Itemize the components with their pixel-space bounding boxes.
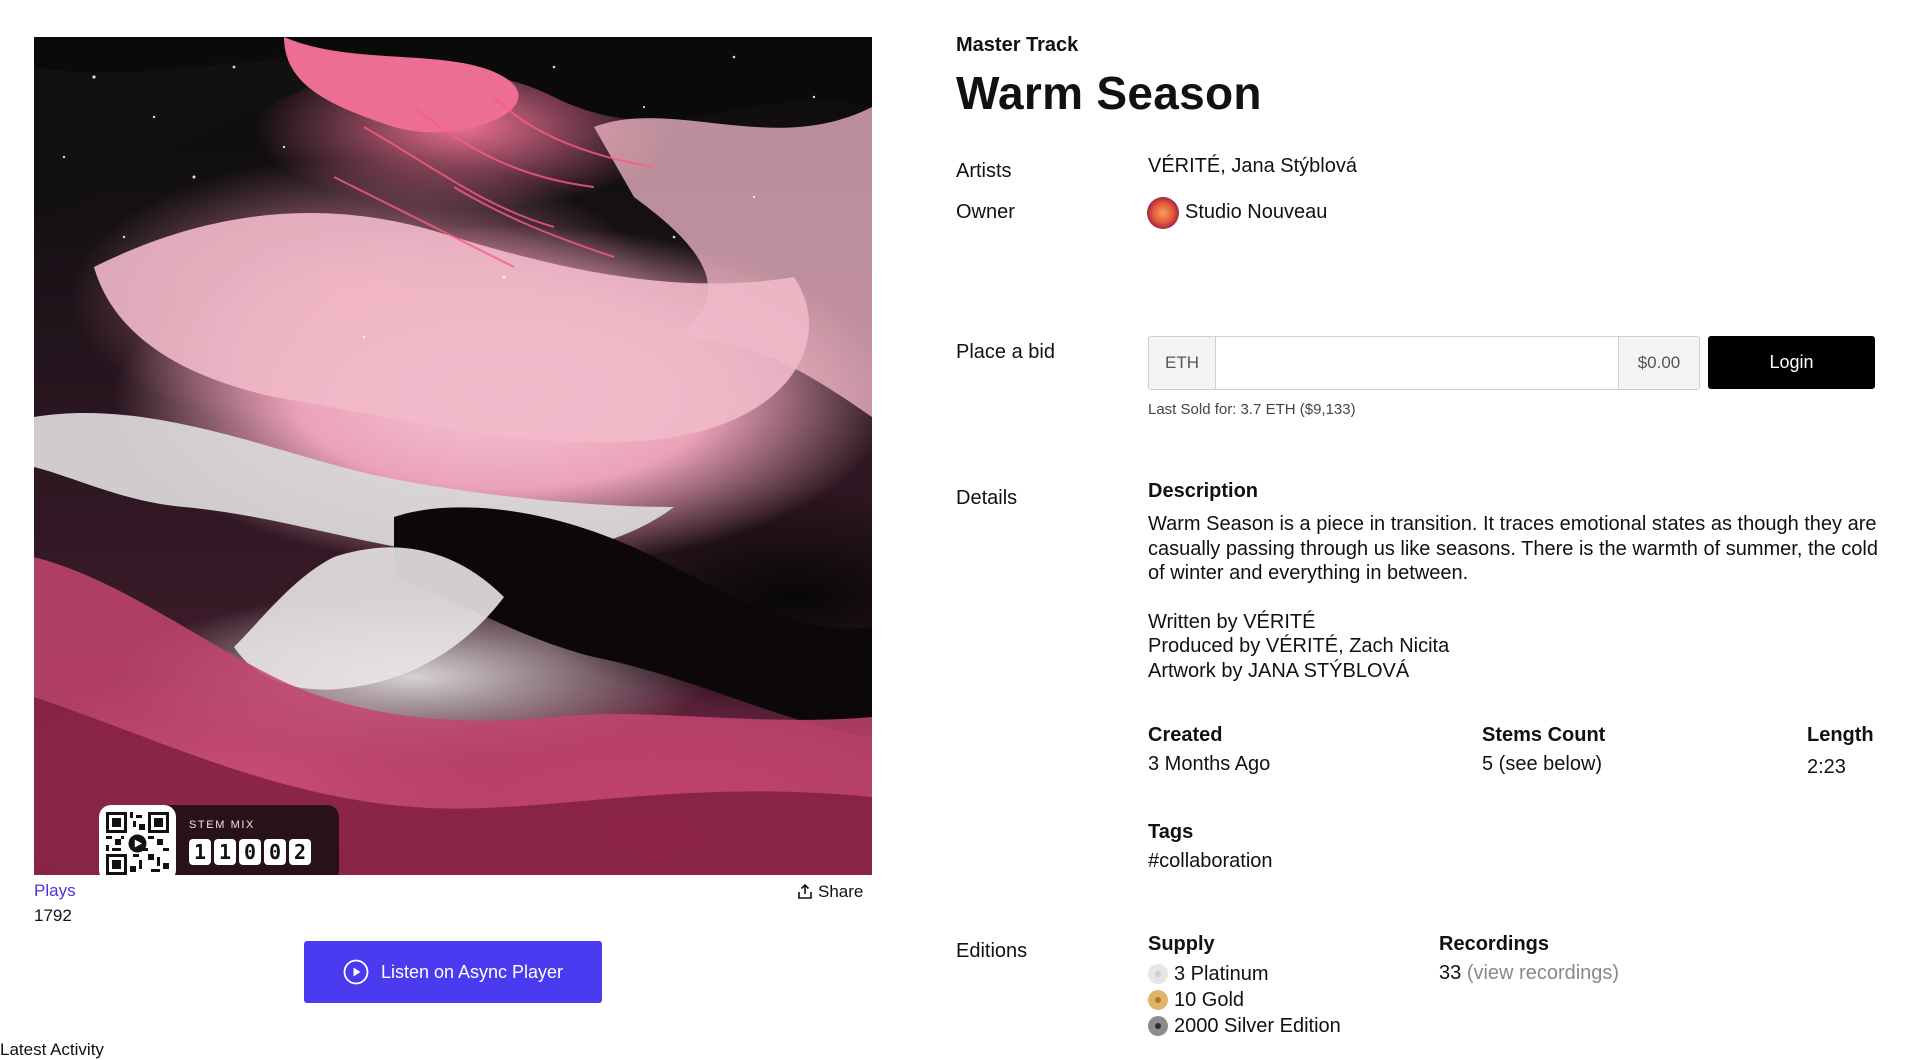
owner-label: Owner (956, 201, 1015, 223)
length-label: Length (1807, 724, 1874, 746)
page-title: Warm Season (956, 67, 1262, 119)
share-label: Share (818, 882, 864, 901)
credit-line: Written by VÉRITÉ (1148, 610, 1316, 633)
owner-avatar[interactable] (1147, 197, 1179, 229)
tags-label: Tags (1148, 821, 1194, 843)
silver-dot-icon (1148, 1016, 1168, 1036)
bid-input-group: ETH $0.00 (1148, 336, 1700, 390)
bid-amount-input[interactable] (1216, 337, 1618, 389)
stem-digit: 1 (214, 839, 236, 865)
edition-platinum: 3 Platinum (1148, 961, 1341, 987)
stems-count-label: Stems Count (1482, 724, 1606, 746)
track-type-label: Master Track (956, 34, 1079, 56)
edition-text: 3 Platinum (1174, 962, 1269, 985)
created-label: Created (1148, 724, 1223, 746)
supply-label: Supply (1148, 933, 1215, 955)
credit-line: Produced by VÉRITÉ, Zach Nicita (1148, 635, 1450, 657)
recordings-value: 33 (view recordings) (1439, 962, 1619, 985)
share-button[interactable]: Share (797, 882, 863, 902)
credit-line: Artwork by JANA STÝBLOVÁ (1148, 659, 1410, 682)
recordings-label: Recordings (1439, 933, 1550, 955)
place-bid-label: Place a bid (956, 341, 1055, 363)
edition-silver: 2000 Silver Edition (1148, 1013, 1341, 1039)
edition-gold: 10 Gold (1148, 987, 1341, 1013)
gold-dot-icon (1148, 990, 1168, 1010)
share-icon (798, 884, 812, 899)
artwork-texture (34, 37, 872, 875)
play-circle-icon (343, 959, 369, 985)
stems-count-value: 5 (see below) (1482, 753, 1603, 775)
created-value: 3 Months Ago (1148, 753, 1271, 775)
edition-text: 10 Gold (1174, 988, 1245, 1011)
supply-list: 3 Platinum 10 Gold 2000 Silver Edition (1148, 961, 1341, 1039)
latest-activity-heading: Latest Activity (0, 1040, 104, 1059)
listen-button-label: Listen on Async Player (380, 961, 564, 982)
platinum-dot-icon (1148, 964, 1168, 984)
description-body: Warm Season is a piece in transition. It… (1148, 513, 1878, 584)
stem-digit: 0 (239, 839, 261, 865)
stem-mix-badge: STEM MIX 1 1 0 0 2 (99, 805, 339, 875)
description-heading: Description (1148, 480, 1259, 502)
stem-digit: 1 (189, 839, 211, 865)
listen-on-async-player-button[interactable]: Listen on Async Player (304, 941, 602, 1003)
stem-mix-label: STEM MIX (189, 819, 255, 831)
editions-label: Editions (956, 940, 1028, 962)
login-button[interactable]: Login (1708, 336, 1875, 389)
description-text: Warm Season is a piece in transition. It… (1148, 512, 1888, 683)
length-value: 2:23 (1807, 756, 1846, 778)
qr-code-icon[interactable] (99, 805, 176, 875)
edition-text: 2000 Silver Edition (1174, 1014, 1341, 1037)
plays-label[interactable]: Plays (34, 881, 76, 901)
stem-digit: 2 (289, 839, 311, 865)
bid-currency: ETH (1149, 337, 1216, 389)
artists-label: Artists (956, 160, 1012, 182)
plays-count: 1792 (34, 906, 72, 925)
last-sold-text: Last Sold for: 3.7 ETH ($9,133) (1148, 401, 1356, 418)
view-recordings-link[interactable]: (view recordings) (1467, 962, 1619, 984)
owner-name[interactable]: Studio Nouveau (1185, 201, 1327, 224)
tag-collaboration[interactable]: #collaboration (1148, 850, 1273, 873)
stem-mix-counter: 1 1 0 0 2 (189, 839, 311, 865)
cover-artwork: STEM MIX 1 1 0 0 2 (34, 37, 872, 875)
bid-usd-value: $0.00 (1618, 337, 1699, 389)
recordings-count: 33 (1439, 962, 1462, 984)
stem-digit: 0 (264, 839, 286, 865)
artists-value[interactable]: VÉRITÉ, Jana Stýblová (1148, 155, 1357, 178)
details-label: Details (956, 487, 1018, 509)
